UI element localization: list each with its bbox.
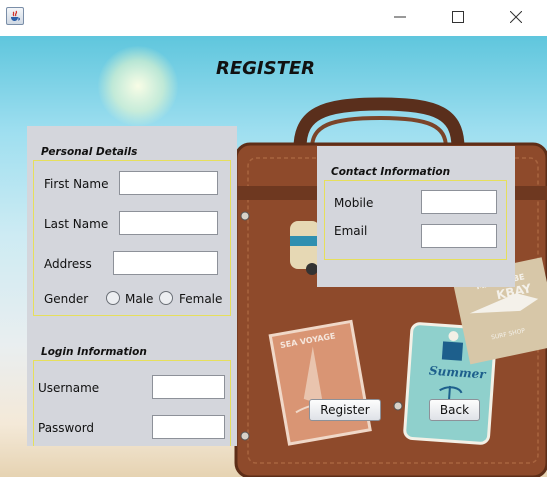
- page-title: REGISTER: [216, 58, 316, 79]
- personal-details-panel: Personal Details First Name Last Name Ad…: [27, 126, 237, 446]
- first-name-field[interactable]: [119, 171, 218, 195]
- email-field[interactable]: [421, 224, 497, 248]
- contact-information-panel: Contact Information Mobile Email: [317, 146, 515, 287]
- gender-male-label: Male: [125, 292, 154, 306]
- close-icon: [510, 11, 522, 23]
- password-label: Password: [38, 421, 95, 435]
- last-name-label: Last Name: [44, 217, 109, 231]
- minimize-button[interactable]: [377, 0, 423, 34]
- java-app-icon[interactable]: [6, 7, 24, 25]
- contact-information-label: Contact Information: [331, 166, 451, 178]
- register-button[interactable]: Register: [309, 399, 381, 421]
- gender-male-radio[interactable]: [106, 291, 120, 305]
- gender-label: Gender: [44, 292, 89, 306]
- maximize-button[interactable]: [435, 0, 481, 34]
- back-button[interactable]: Back: [429, 399, 480, 421]
- gender-female-radio[interactable]: [159, 291, 173, 305]
- address-field[interactable]: [113, 251, 218, 275]
- content-area: SEA VOYAGE Summer MALIBU BE KBAY SURF SH…: [0, 36, 547, 477]
- minimize-icon: [394, 16, 406, 18]
- email-label: Email: [334, 224, 368, 238]
- password-field[interactable]: [152, 415, 225, 439]
- login-information-label: Login Information: [41, 346, 147, 358]
- first-name-label: First Name: [44, 177, 109, 191]
- window-titlebar: [0, 0, 547, 36]
- maximize-icon: [452, 11, 464, 23]
- username-field[interactable]: [152, 375, 225, 399]
- gender-female-label: Female: [179, 292, 223, 306]
- last-name-field[interactable]: [119, 211, 218, 235]
- username-label: Username: [38, 381, 100, 395]
- mobile-label: Mobile: [334, 196, 374, 210]
- mobile-field[interactable]: [421, 190, 497, 214]
- address-label: Address: [44, 257, 92, 271]
- close-button[interactable]: [493, 0, 539, 34]
- personal-details-label: Personal Details: [41, 146, 138, 158]
